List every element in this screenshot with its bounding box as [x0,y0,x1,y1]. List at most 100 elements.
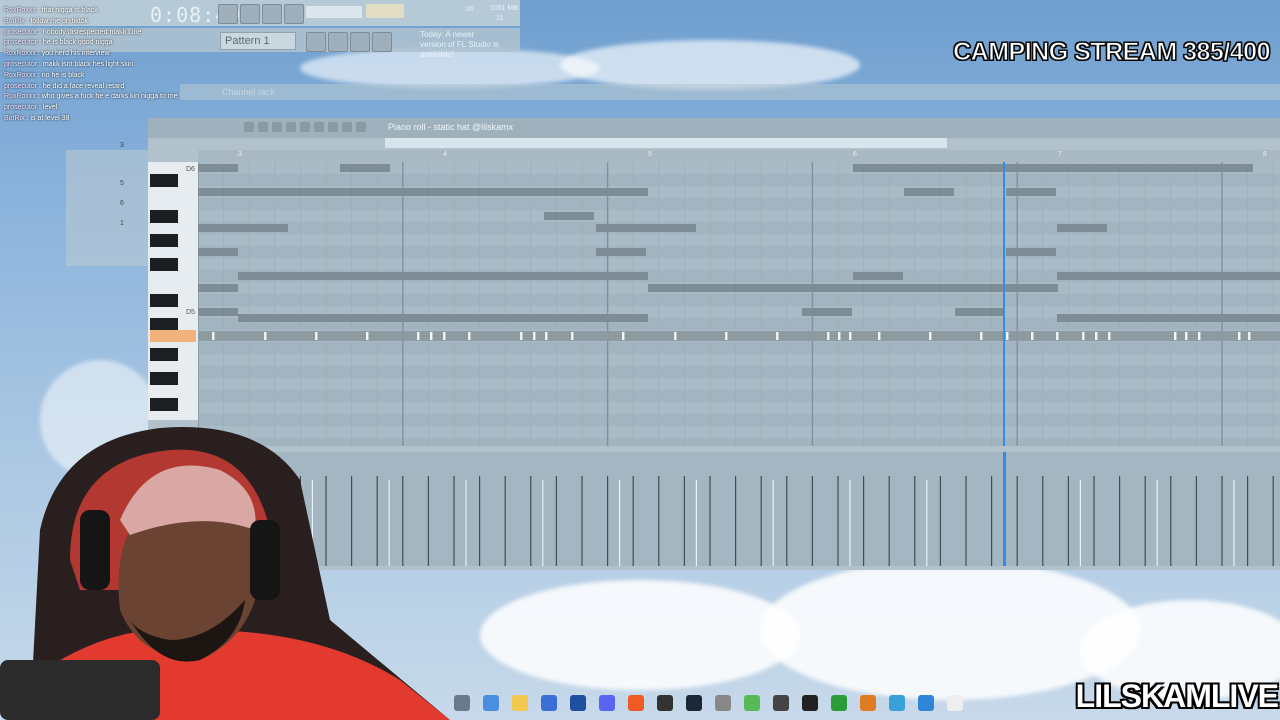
select-tool-icon[interactable] [314,122,324,132]
midi-note[interactable] [198,224,288,232]
hat-note-tick[interactable] [1056,332,1059,340]
record-button[interactable] [218,4,238,24]
midi-note[interactable] [1057,224,1107,232]
hat-note-tick[interactable] [212,332,215,340]
hat-note-tick[interactable] [545,332,548,340]
snap-button[interactable] [306,32,326,52]
playhead[interactable] [1003,452,1006,566]
browser-button[interactable] [372,32,392,52]
hat-note-tick[interactable] [827,332,830,340]
ruler-bar-number[interactable]: 7 [1058,151,1062,158]
xbox-icon[interactable] [831,695,847,711]
hat-note-tick[interactable] [315,332,318,340]
hat-note-tick[interactable] [878,332,881,340]
countdown-button[interactable] [284,4,304,24]
copilot-icon[interactable] [483,695,499,711]
playhead[interactable] [1003,162,1005,446]
ruler-bar-number[interactable]: 5 [648,151,652,158]
midi-note[interactable] [955,308,1005,316]
store-icon[interactable] [541,695,557,711]
midi-note[interactable] [802,308,852,316]
piano-black-key[interactable] [150,174,178,187]
document-icon[interactable] [947,695,963,711]
midi-note[interactable] [198,188,648,196]
midi-note[interactable] [853,164,1253,172]
photoshop-icon[interactable] [570,695,586,711]
playback-tool-icon[interactable] [342,122,352,132]
midi-note[interactable] [238,314,648,322]
midi-note[interactable] [1006,248,1056,256]
speaker-icon[interactable] [356,122,366,132]
hat-note-tick[interactable] [571,332,574,340]
midi-note[interactable] [238,272,648,280]
hat-note-tick[interactable] [1248,332,1251,340]
hat-note-tick[interactable] [622,332,625,340]
horizontal-scrollbar[interactable] [385,138,947,148]
ruler-bar-number[interactable]: 4 [443,151,447,158]
piano-keyboard[interactable]: D6 D5 [148,162,198,420]
midi-note[interactable] [648,284,1058,292]
piano-roll-title[interactable]: Piano roll - static hat @lilskamx [388,122,513,132]
task-view-icon[interactable] [454,695,470,711]
hat-note-tick[interactable] [1095,332,1098,340]
obs-icon[interactable] [657,695,673,711]
hat-note-tick[interactable] [1238,332,1241,340]
hat-note-tick[interactable] [264,332,267,340]
bluestacks-icon[interactable] [744,695,760,711]
piano-black-key[interactable] [150,348,178,361]
hat-note-tick[interactable] [366,332,369,340]
4k-icon[interactable] [773,695,789,711]
ruler-bar-number[interactable]: 3 [238,151,242,158]
hat-note-tick[interactable] [674,332,677,340]
midi-note[interactable] [198,284,238,292]
piano-black-key[interactable] [150,398,178,411]
hat-note-tick[interactable] [1006,332,1009,340]
midi-note[interactable] [853,272,903,280]
midi-note[interactable] [1057,314,1280,322]
hat-note-tick[interactable] [1108,332,1111,340]
ruler-bar-number[interactable]: 8 [1263,151,1267,158]
hat-note-tick[interactable] [849,332,852,340]
hat-note-tick[interactable] [443,332,446,340]
brave-icon[interactable] [628,695,644,711]
steam-icon[interactable] [686,695,702,711]
paint-tool-icon[interactable] [258,122,268,132]
app-icon[interactable] [715,695,731,711]
hat-note-tick[interactable] [1031,332,1034,340]
piano-key-highlighted[interactable] [150,330,196,342]
zoom-tool-icon[interactable] [328,122,338,132]
notepad-icon[interactable] [889,695,905,711]
discord-icon[interactable] [599,695,615,711]
mute-tool-icon[interactable] [286,122,296,132]
delete-tool-icon[interactable] [272,122,282,132]
hat-note-tick[interactable] [980,332,983,340]
channel-rack-label[interactable]: Channel rack [222,87,275,97]
hat-note-tick[interactable] [1082,332,1085,340]
hat-note-tick[interactable] [1198,332,1201,340]
piano-black-key[interactable] [150,294,178,307]
midi-note[interactable] [596,248,646,256]
capcut-icon[interactable] [802,695,818,711]
midi-note[interactable] [1057,272,1280,280]
hat-note-tick[interactable] [1174,332,1177,340]
pattern-selector[interactable]: Pattern 1 [220,32,296,50]
hat-note-tick[interactable] [725,332,728,340]
midi-note[interactable] [544,212,594,220]
piano-black-key[interactable] [150,210,178,223]
hat-note-tick[interactable] [417,332,420,340]
midi-note[interactable] [340,164,390,172]
hat-note-tick[interactable] [1185,332,1188,340]
hat-note-tick[interactable] [838,332,841,340]
step-button[interactable] [350,32,370,52]
midi-note[interactable] [198,164,238,172]
photos-icon[interactable] [918,695,934,711]
fl-studio-icon[interactable] [860,695,876,711]
hat-note-tick[interactable] [533,332,536,340]
piano-black-key[interactable] [150,258,178,271]
update-notice[interactable]: Today: A newer version of FL Studio is a… [420,30,500,60]
midi-note[interactable] [198,248,238,256]
piano-black-key[interactable] [150,372,178,385]
hat-note-tick[interactable] [430,332,433,340]
pattern-song-toggle[interactable] [240,4,260,24]
file-explorer-icon[interactable] [512,695,528,711]
